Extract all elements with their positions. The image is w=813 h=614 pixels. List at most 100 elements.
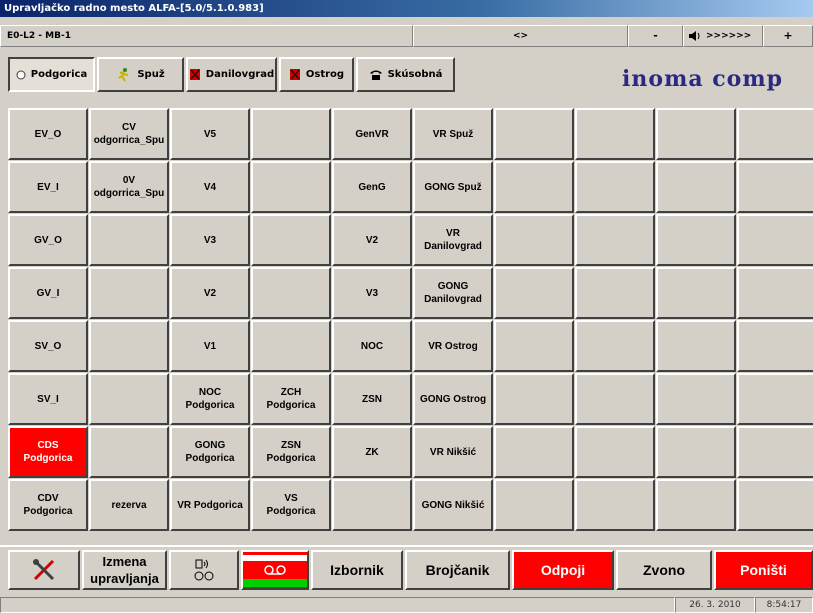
grid-button[interactable]: SV_I	[8, 373, 88, 425]
grid-button[interactable]: ZCH Podgorica	[251, 373, 331, 425]
grid-button[interactable]	[89, 426, 169, 478]
grid-button[interactable]	[656, 214, 736, 266]
grid-button[interactable]	[89, 373, 169, 425]
grid-button[interactable]: CDV Podgorica	[8, 479, 88, 531]
grid-button[interactable]: EV_I	[8, 161, 88, 213]
grid-button[interactable]	[332, 479, 412, 531]
grid-button[interactable]	[575, 108, 655, 160]
grid-button[interactable]: SV_O	[8, 320, 88, 372]
grid-button[interactable]	[494, 320, 574, 372]
grid-button[interactable]: V3	[170, 214, 250, 266]
grid-button[interactable]: GONG Podgorica	[170, 426, 250, 478]
grid-button[interactable]: GONG Nikšić	[413, 479, 493, 531]
grid-button[interactable]	[737, 214, 813, 266]
zvono-button[interactable]: Zvono	[616, 550, 712, 590]
grid-button[interactable]	[737, 108, 813, 160]
grid-button[interactable]	[656, 479, 736, 531]
grid-button[interactable]: ZSN Podgorica	[251, 426, 331, 478]
grid-button[interactable]	[737, 161, 813, 213]
grid-button[interactable]	[494, 426, 574, 478]
grid-button[interactable]	[89, 267, 169, 319]
grid-button[interactable]	[575, 426, 655, 478]
station-button-danilovgrad[interactable]: Danilovgrad	[186, 57, 277, 92]
grid-button[interactable]: GV_I	[8, 267, 88, 319]
grid-button[interactable]	[575, 373, 655, 425]
grid-button[interactable]: V4	[170, 161, 250, 213]
station-button-skusobna[interactable]: Skúsobná	[356, 57, 455, 92]
grid-button[interactable]	[494, 373, 574, 425]
volume-up-button[interactable]: +	[763, 25, 813, 47]
grid-button[interactable]: VR Nikšić	[413, 426, 493, 478]
grid-button[interactable]: 0V odgorrica_Spu	[89, 161, 169, 213]
grid-button[interactable]	[656, 108, 736, 160]
grid-button[interactable]: V2	[332, 214, 412, 266]
grid-button[interactable]	[737, 373, 813, 425]
grid-button[interactable]	[575, 320, 655, 372]
grid-button[interactable]	[251, 161, 331, 213]
grid-button[interactable]	[575, 161, 655, 213]
grid-button[interactable]	[89, 320, 169, 372]
grid-button[interactable]: GONG Danilovgrad	[413, 267, 493, 319]
disconnect-tools-button[interactable]	[8, 550, 80, 590]
grid-button[interactable]	[656, 161, 736, 213]
grid-button[interactable]: GenG	[332, 161, 412, 213]
grid-button[interactable]	[656, 426, 736, 478]
grid-button[interactable]	[737, 320, 813, 372]
grid-button[interactable]	[575, 267, 655, 319]
volume-down-button[interactable]: -	[628, 25, 683, 47]
grid-button[interactable]	[251, 108, 331, 160]
grid-button[interactable]	[251, 267, 331, 319]
grid-button[interactable]: NOC	[332, 320, 412, 372]
grid-button[interactable]: rezerva	[89, 479, 169, 531]
grid-button[interactable]: V1	[170, 320, 250, 372]
station-button-spuz[interactable]: Spuž	[97, 57, 184, 92]
grid-button[interactable]	[494, 479, 574, 531]
grid-button[interactable]	[575, 214, 655, 266]
grid-button[interactable]	[656, 267, 736, 319]
grid-button[interactable]: GONG Ostrog	[413, 373, 493, 425]
grid-button[interactable]	[575, 479, 655, 531]
audio-settings-button[interactable]	[169, 550, 239, 590]
grid-button[interactable]: V5	[170, 108, 250, 160]
grid-button[interactable]: GenVR	[332, 108, 412, 160]
grid-button[interactable]: V3	[332, 267, 412, 319]
odpoji-button[interactable]: Odpoji	[512, 550, 614, 590]
status-date: 26. 3. 2010	[675, 597, 755, 613]
grid-button[interactable]	[737, 267, 813, 319]
grid-button[interactable]: CDS Podgorica	[8, 426, 88, 478]
grid-button[interactable]: VR Ostrog	[413, 320, 493, 372]
grid-button[interactable]	[494, 161, 574, 213]
grid-button[interactable]	[656, 373, 736, 425]
grid-button[interactable]: V2	[170, 267, 250, 319]
grid-button[interactable]	[494, 214, 574, 266]
izbornik-button[interactable]: Izbornik	[311, 550, 403, 590]
grid-button[interactable]	[89, 214, 169, 266]
brojcanik-button[interactable]: Brojčanik	[405, 550, 510, 590]
grid-button[interactable]	[251, 320, 331, 372]
station-button-podgorica[interactable]: Podgorica	[8, 57, 95, 92]
status-bar: 26. 3. 2010 8:54:17	[0, 596, 813, 614]
grid-button[interactable]	[656, 320, 736, 372]
grid-button[interactable]	[737, 479, 813, 531]
grid-button[interactable]: CV odgorrica_Spu	[89, 108, 169, 160]
izmena-upravljanja-button[interactable]: Izmena upravljanja	[82, 550, 167, 590]
grid-button[interactable]: ZSN	[332, 373, 412, 425]
station-button-ostrog[interactable]: Ostrog	[279, 57, 354, 92]
grid-button[interactable]: GONG Spuž	[413, 161, 493, 213]
grid-button[interactable]	[494, 267, 574, 319]
grid-button[interactable]: VR Spuž	[413, 108, 493, 160]
recorder-status-button[interactable]	[241, 550, 309, 590]
grid-button[interactable]: VR Danilovgrad	[413, 214, 493, 266]
grid-button[interactable]: VS Podgorica	[251, 479, 331, 531]
grid-button[interactable]: VR Podgorica	[170, 479, 250, 531]
grid-button[interactable]: GV_O	[8, 214, 88, 266]
grid-button[interactable]: NOC Podgorica	[170, 373, 250, 425]
grid-button[interactable]	[251, 214, 331, 266]
window-title: Upravljačko radno mesto ALFA-[5.0/5.1.0.…	[0, 0, 813, 17]
grid-button[interactable]	[494, 108, 574, 160]
grid-button[interactable]	[737, 426, 813, 478]
grid-button[interactable]: ZK	[332, 426, 412, 478]
volume-level: >>>>>>	[683, 25, 763, 47]
grid-button[interactable]: EV_O	[8, 108, 88, 160]
ponisti-button[interactable]: Poništi	[714, 550, 813, 590]
